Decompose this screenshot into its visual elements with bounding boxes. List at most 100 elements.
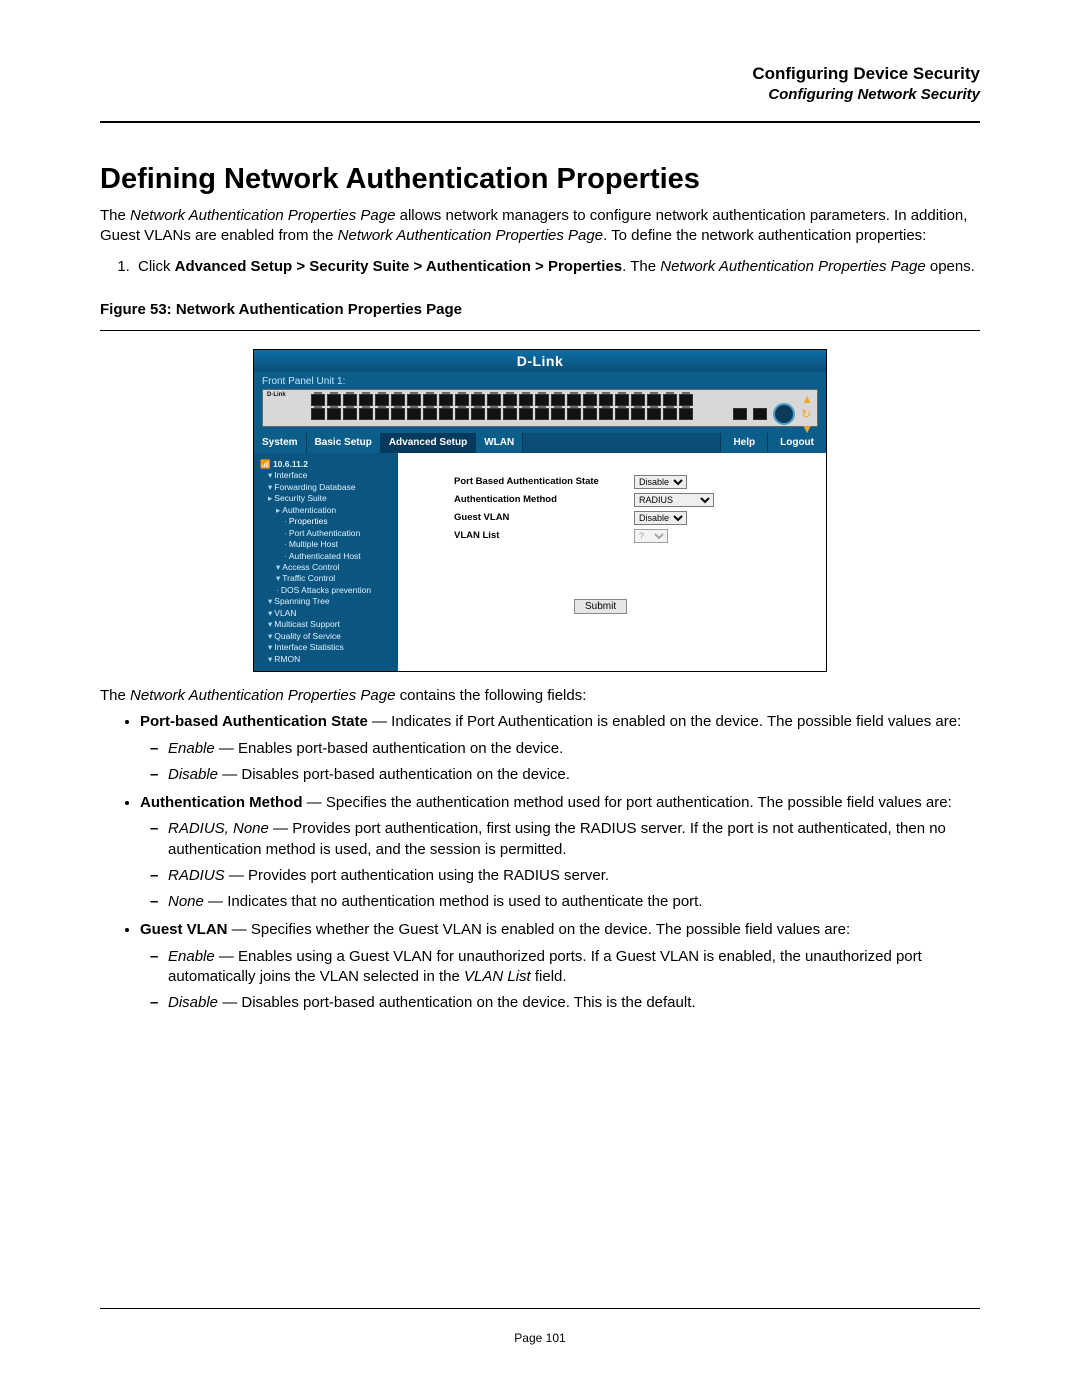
ethernet-port[interactable]	[679, 408, 693, 420]
ethernet-port[interactable]	[503, 408, 517, 420]
tree-rmon[interactable]: ▾RMON	[260, 654, 394, 665]
page-heading: Defining Network Authentication Properti…	[100, 163, 980, 196]
ethernet-port[interactable]	[391, 394, 405, 406]
ethernet-port[interactable]	[535, 408, 549, 420]
nav-spacer	[523, 433, 720, 453]
header-subtitle: Configuring Network Security	[100, 86, 980, 103]
ethernet-port[interactable]	[327, 394, 341, 406]
ethernet-port[interactable]	[535, 394, 549, 406]
select-auth-method[interactable]: RADIUS	[634, 493, 714, 507]
ethernet-port[interactable]	[471, 408, 485, 420]
arrow-refresh-icon[interactable]: ↻	[801, 408, 813, 420]
ethernet-port[interactable]	[455, 408, 469, 420]
ethernet-port[interactable]	[375, 408, 389, 420]
tab-basic-setup[interactable]: Basic Setup	[307, 433, 381, 453]
ethernet-port[interactable]	[663, 394, 677, 406]
field-port-auth-state: Port-based Authentication State — Indica…	[140, 712, 980, 785]
ethernet-port[interactable]	[599, 408, 613, 420]
tree-quality-of-service[interactable]: ▾Quality of Service	[260, 631, 394, 642]
tree-properties[interactable]: ·Properties	[260, 516, 394, 527]
ethernet-port[interactable]	[487, 394, 501, 406]
front-panel-label: Front Panel Unit 1:	[254, 372, 826, 387]
ethernet-port[interactable]	[311, 394, 325, 406]
select-port-auth-state[interactable]: Disable	[634, 475, 687, 489]
ethernet-port[interactable]	[343, 408, 357, 420]
ethernet-port[interactable]	[519, 394, 533, 406]
arrow-up-icon[interactable]: ▲	[801, 393, 813, 405]
ethernet-port[interactable]	[391, 408, 405, 420]
tree-authenticated-host[interactable]: ·Authenticated Host	[260, 551, 394, 562]
tree-traffic-control[interactable]: ▾Traffic Control	[260, 573, 394, 584]
logout-button[interactable]: Logout	[767, 433, 826, 453]
ethernet-port[interactable]	[487, 408, 501, 420]
ethernet-port[interactable]	[439, 394, 453, 406]
document-page: Configuring Device Security Configuring …	[0, 0, 1080, 1397]
sfp-port[interactable]	[753, 408, 767, 420]
ethernet-port[interactable]	[439, 408, 453, 420]
ethernet-port[interactable]	[647, 408, 661, 420]
tree-multicast-support[interactable]: ▾Multicast Support	[260, 619, 394, 630]
ethernet-port[interactable]	[343, 394, 357, 406]
main-nav: System Basic Setup Advanced Setup WLAN H…	[254, 433, 826, 453]
ethernet-port[interactable]	[551, 408, 565, 420]
sfp-port[interactable]	[733, 408, 747, 420]
ethernet-port[interactable]	[631, 394, 645, 406]
arrow-down-icon[interactable]: ▼	[801, 423, 813, 435]
ethernet-port[interactable]	[455, 394, 469, 406]
figure-caption: Figure 53: Network Authentication Proper…	[100, 301, 980, 318]
tab-wlan[interactable]: WLAN	[476, 433, 523, 453]
unit-nav-arrows[interactable]: ▲ ↻ ▼	[801, 393, 813, 435]
ethernet-port[interactable]	[583, 394, 597, 406]
ethernet-port[interactable]	[599, 394, 613, 406]
field-auth-method: Authentication Method — Specifies the au…	[140, 793, 980, 912]
ethernet-port[interactable]	[503, 394, 517, 406]
tree-forwarding-database[interactable]: ▾Forwarding Database	[260, 482, 394, 493]
ethernet-port[interactable]	[327, 408, 341, 420]
value-enable: Enable — Enables using a Guest VLAN for …	[168, 947, 980, 988]
ethernet-port[interactable]	[359, 408, 373, 420]
value-radius-none: RADIUS, None — Provides port authenticat…	[168, 819, 980, 860]
intro-paragraph: The Network Authentication Properties Pa…	[100, 206, 980, 247]
ethernet-port[interactable]	[567, 394, 581, 406]
ethernet-port[interactable]	[631, 408, 645, 420]
ethernet-port[interactable]	[567, 408, 581, 420]
ethernet-port[interactable]	[663, 408, 677, 420]
ethernet-port[interactable]	[615, 408, 629, 420]
ethernet-port[interactable]	[583, 408, 597, 420]
ethernet-port[interactable]	[519, 408, 533, 420]
device-side-controls: ▲ ↻ ▼	[733, 393, 813, 435]
ethernet-port[interactable]	[551, 394, 565, 406]
tree-authentication[interactable]: ▸Authentication	[260, 505, 394, 516]
header-title: Configuring Device Security	[100, 64, 980, 84]
ethernet-port[interactable]	[615, 394, 629, 406]
tree-access-control[interactable]: ▾Access Control	[260, 562, 394, 573]
tree-interface-statistics[interactable]: ▾Interface Statistics	[260, 642, 394, 653]
tree-root-ip[interactable]: 📶 10.6.11.2	[260, 459, 394, 470]
page-number: Page 101	[0, 1331, 1080, 1345]
select-vlan-list[interactable]: ?	[634, 529, 668, 543]
tab-system[interactable]: System	[254, 433, 307, 453]
tree-port-authentication[interactable]: ·Port Authentication	[260, 528, 394, 539]
ethernet-port[interactable]	[311, 408, 325, 420]
tree-interface[interactable]: ▾Interface	[260, 470, 394, 481]
ethernet-port[interactable]	[375, 394, 389, 406]
ethernet-port[interactable]	[407, 394, 421, 406]
ethernet-port[interactable]	[359, 394, 373, 406]
ethernet-port[interactable]	[423, 408, 437, 420]
help-button[interactable]: Help	[720, 433, 767, 453]
ethernet-port[interactable]	[407, 408, 421, 420]
submit-button[interactable]: Submit	[574, 599, 627, 614]
device-front-panel: D-Link ▲↻▼	[262, 389, 818, 427]
tree-security-suite[interactable]: ▸Security Suite	[260, 493, 394, 504]
value-disable: Disable — Disables port-based authentica…	[168, 993, 980, 1013]
tree-dos-prevention[interactable]: ·DOS Attacks prevention	[260, 585, 394, 596]
ethernet-port[interactable]	[679, 394, 693, 406]
tab-advanced-setup[interactable]: Advanced Setup	[381, 433, 476, 453]
tree-vlan[interactable]: ▾VLAN	[260, 608, 394, 619]
select-guest-vlan[interactable]: Disable	[634, 511, 687, 525]
tree-spanning-tree[interactable]: ▾Spanning Tree	[260, 596, 394, 607]
ethernet-port[interactable]	[423, 394, 437, 406]
ethernet-port[interactable]	[647, 394, 661, 406]
ethernet-port[interactable]	[471, 394, 485, 406]
tree-multiple-host[interactable]: ·Multiple Host	[260, 539, 394, 550]
